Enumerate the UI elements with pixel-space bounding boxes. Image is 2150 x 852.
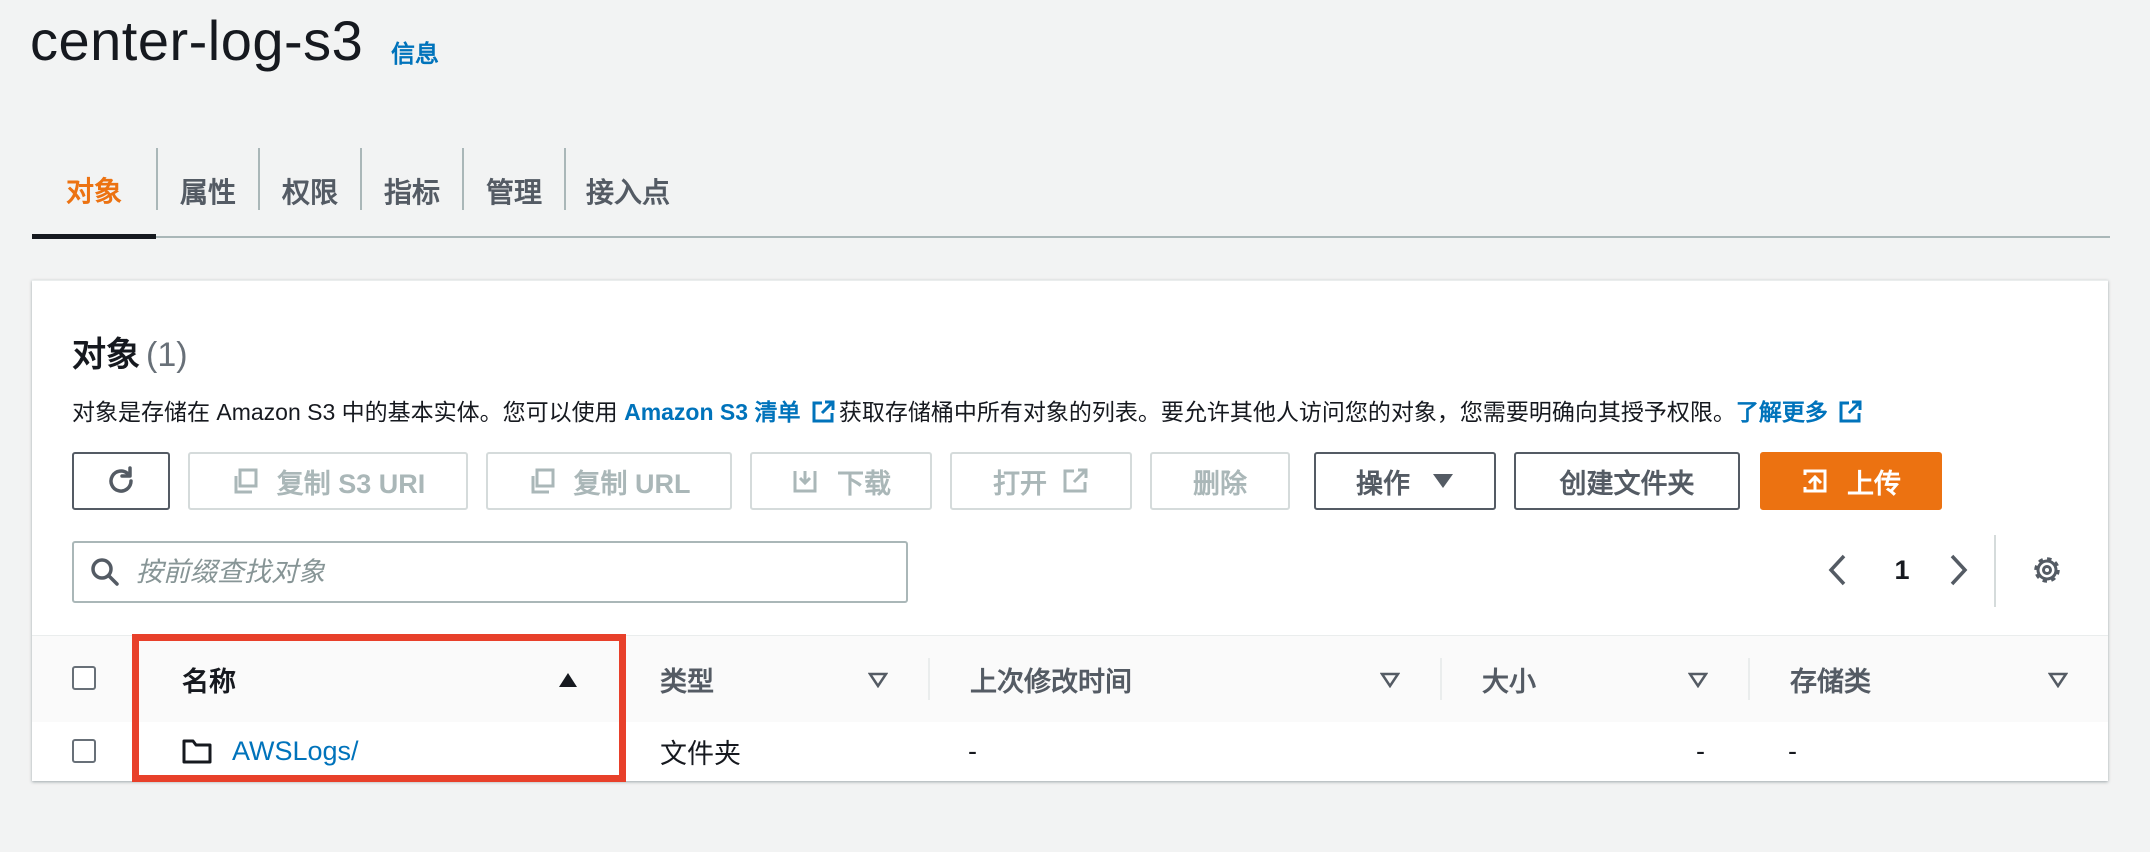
open-label: 打开 bbox=[993, 468, 1047, 499]
column-divider bbox=[928, 658, 930, 700]
download-button[interactable]: 下载 bbox=[750, 452, 932, 510]
tab-permissions[interactable]: 权限 bbox=[260, 146, 360, 236]
tab-bar: 对象 属性 权限 指标 管理 接入点 bbox=[32, 146, 2110, 239]
chevron-left-icon bbox=[1828, 554, 1846, 586]
current-page[interactable]: 1 bbox=[1884, 547, 1920, 593]
upload-label: 上传 bbox=[1847, 468, 1901, 499]
tab-access-points[interactable]: 接入点 bbox=[566, 146, 690, 236]
objects-title: 对象 bbox=[72, 336, 140, 374]
create-folder-label: 创建文件夹 bbox=[1559, 468, 1695, 499]
upload-icon bbox=[1803, 469, 1827, 493]
download-icon bbox=[793, 471, 817, 493]
sort-icon[interactable] bbox=[2048, 672, 2068, 688]
column-header-type[interactable]: 类型 bbox=[660, 636, 714, 722]
column-header-last-modified[interactable]: 上次修改时间 bbox=[970, 636, 1132, 722]
tab-properties[interactable]: 属性 bbox=[158, 146, 258, 236]
page-title: center-log-s3 bbox=[30, 9, 364, 72]
upload-button[interactable]: 上传 bbox=[1760, 452, 1942, 510]
copy-s3-uri-label: 复制 S3 URI bbox=[276, 468, 426, 499]
delete-label: 删除 bbox=[1193, 468, 1247, 499]
objects-heading: 对象 (1) bbox=[72, 327, 188, 376]
select-all-checkbox[interactable] bbox=[72, 666, 96, 690]
caret-down-icon bbox=[1433, 474, 1453, 488]
description-text: 获取存储桶中所有对象的列表。要允许其他人访问您的对象，您需要明确向其授予权限。 bbox=[838, 399, 1736, 425]
copy-url-label: 复制 URL bbox=[573, 468, 691, 499]
search-box bbox=[72, 541, 908, 603]
tab-metrics[interactable]: 指标 bbox=[362, 146, 462, 236]
copy-icon bbox=[234, 468, 258, 494]
column-divider bbox=[1440, 658, 1442, 700]
search-input[interactable] bbox=[134, 555, 898, 589]
description-text: 对象是存储在 Amazon S3 中的基本实体。您可以使用 bbox=[72, 399, 625, 425]
actions-dropdown[interactable]: 操作 bbox=[1314, 452, 1496, 510]
learn-more-link[interactable]: 了解更多 bbox=[1736, 399, 1828, 425]
column-header-storage-class[interactable]: 存储类 bbox=[1790, 636, 1871, 722]
next-page-button[interactable] bbox=[1938, 547, 1978, 593]
info-link[interactable]: 信息 bbox=[391, 34, 439, 69]
refresh-icon bbox=[109, 466, 133, 493]
external-link-icon bbox=[812, 400, 835, 423]
row-checkbox[interactable] bbox=[72, 739, 96, 763]
copy-icon bbox=[531, 468, 554, 494]
create-folder-button[interactable]: 创建文件夹 bbox=[1514, 452, 1740, 510]
divider bbox=[1994, 535, 1996, 607]
highlight-box bbox=[132, 634, 626, 782]
object-size: - bbox=[1696, 735, 1705, 766]
tab-management[interactable]: 管理 bbox=[464, 146, 564, 236]
sort-icon[interactable] bbox=[1380, 672, 1400, 688]
gear-icon bbox=[2034, 557, 2060, 583]
previous-page-button[interactable] bbox=[1818, 547, 1858, 593]
tab-objects[interactable]: 对象 bbox=[32, 146, 156, 239]
refresh-button[interactable] bbox=[72, 452, 170, 510]
objects-description: 对象是存储在 Amazon S3 中的基本实体。您可以使用 Amazon S3 … bbox=[72, 393, 1866, 427]
chevron-right-icon bbox=[1950, 554, 1968, 586]
actions-label: 操作 bbox=[1356, 468, 1410, 499]
delete-button[interactable]: 删除 bbox=[1150, 452, 1290, 510]
open-button[interactable]: 打开 bbox=[950, 452, 1132, 510]
object-storage-class: - bbox=[1788, 735, 1797, 766]
objects-count: (1) bbox=[146, 336, 188, 374]
copy-url-button[interactable]: 复制 URL bbox=[486, 452, 732, 510]
search-icon bbox=[91, 558, 119, 586]
sort-icon[interactable] bbox=[868, 672, 888, 688]
external-link-icon bbox=[1839, 400, 1862, 423]
column-header-size[interactable]: 大小 bbox=[1482, 636, 1536, 722]
object-last-modified: - bbox=[968, 735, 977, 766]
copy-s3-uri-button[interactable]: 复制 S3 URI bbox=[188, 452, 468, 510]
inventory-link[interactable]: Amazon S3 清单 bbox=[624, 399, 800, 425]
preferences-button[interactable] bbox=[2024, 545, 2070, 595]
download-label: 下载 bbox=[837, 468, 891, 499]
column-divider bbox=[1748, 658, 1750, 700]
sort-icon[interactable] bbox=[1688, 672, 1708, 688]
external-link-icon bbox=[1063, 468, 1088, 493]
object-type: 文件夹 bbox=[660, 738, 741, 769]
